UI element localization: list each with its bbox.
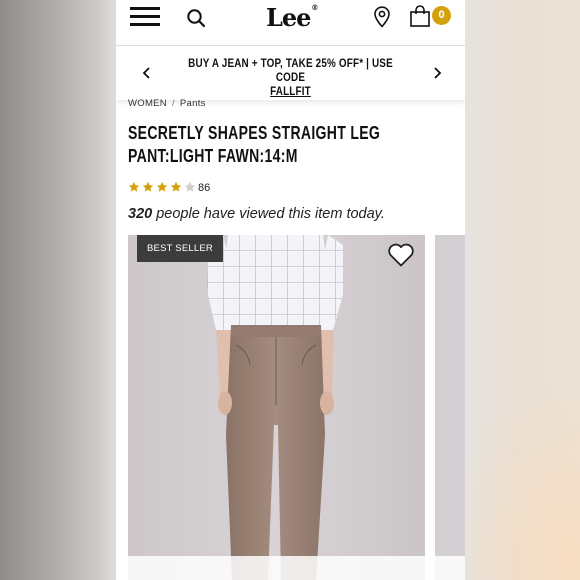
bottom-overlay-bar	[116, 556, 465, 580]
star-empty-icon	[184, 181, 196, 192]
menu-icon[interactable]	[130, 7, 160, 26]
product-image[interactable]: BEST SELLER	[128, 235, 425, 580]
review-count: 86	[198, 182, 211, 194]
product-title-line-1: SECRETLY SHAPES STRAIGHT LEG	[128, 123, 381, 143]
promo-banner: BUY A JEAN + TOP, TAKE 25% OFF* | USE CO…	[116, 46, 465, 100]
location-pin-icon[interactable]	[373, 6, 391, 28]
breadcrumb-separator: /	[171, 98, 175, 109]
background-glow	[450, 380, 580, 580]
phone-screen: Lee® 0 BUY A JEAN + TOP, TAKE 25% OFF* |…	[116, 0, 465, 580]
promo-message: BUY A JEAN + TOP, TAKE 25% OFF* | USE CO…	[188, 58, 393, 84]
star-filled-icon	[156, 181, 168, 192]
chevron-left-icon[interactable]	[140, 64, 154, 82]
breadcrumb-item-pants[interactable]: Pants	[180, 98, 206, 109]
brand-logo[interactable]: Lee®	[266, 3, 318, 32]
product-photo-illustration	[128, 235, 425, 580]
views-notice: 320 people have viewed this item today.	[128, 206, 385, 222]
views-count: 320	[128, 206, 153, 222]
site-header: Lee® 0	[116, 0, 465, 45]
cart-count-badge[interactable]: 0	[432, 6, 451, 25]
star-filled-icon	[128, 181, 140, 192]
chevron-right-icon[interactable]	[430, 64, 444, 82]
shopping-bag-icon[interactable]	[409, 5, 431, 27]
product-title: SECRETLY SHAPES STRAIGHT LEG PANT:LIGHT …	[128, 122, 456, 168]
views-text: people have viewed this item today.	[152, 206, 385, 222]
breadcrumb: WOMEN / Pants	[128, 98, 206, 109]
heart-icon[interactable]	[387, 242, 415, 268]
best-seller-badge: BEST SELLER	[137, 235, 223, 262]
promo-code[interactable]: FALLFIT	[270, 86, 311, 98]
logo-registered-mark: ®	[311, 3, 318, 12]
next-product-image-peek[interactable]	[435, 235, 465, 580]
promo-text[interactable]: BUY A JEAN + TOP, TAKE 25% OFF* | USE CO…	[182, 57, 400, 99]
logo-text: Lee	[266, 3, 311, 32]
star-filled-icon	[142, 181, 154, 192]
breadcrumb-item-women[interactable]: WOMEN	[128, 98, 167, 109]
star-filled-icon	[170, 181, 182, 192]
product-title-line-2: PANT:LIGHT FAWN:14:M	[128, 146, 298, 166]
search-icon[interactable]	[186, 8, 206, 28]
